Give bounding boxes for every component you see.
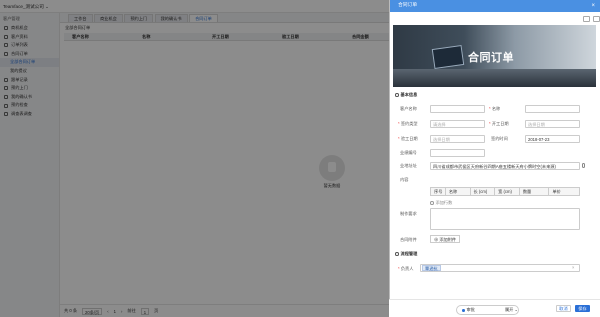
content-label: 内容 <box>400 177 409 182</box>
column-header: 名称 <box>446 188 471 195</box>
owner-select[interactable] <box>420 264 580 272</box>
section-process[interactable]: 流程管理 <box>395 251 417 257</box>
contract-banner: 合同订单 <box>393 25 596 87</box>
sign-date-picker[interactable]: 2018-07-23 <box>525 135 580 143</box>
sign-date-label: 签约时间 <box>491 136 508 141</box>
name-input[interactable] <box>525 105 580 113</box>
column-header: 数量 <box>520 188 550 195</box>
customer-input[interactable] <box>430 105 485 113</box>
modal-overlay[interactable] <box>0 0 389 317</box>
approval-dot-icon <box>462 308 465 312</box>
cancel-button[interactable]: 取消 <box>556 305 571 312</box>
contract-type-select[interactable]: 请选择 <box>430 120 485 128</box>
name-label: * 名称 <box>489 106 501 111</box>
content-table-header: 序号 名称 长 (cm) 宽 (cm) 数量 单价 <box>430 187 580 196</box>
add-row-button[interactable]: 添加行数 <box>430 200 452 206</box>
remarks-label: 制作要求 <box>400 211 417 216</box>
location-pin-icon[interactable] <box>582 163 585 168</box>
start-date-label: * 开工日期 <box>489 121 509 126</box>
panel-toolbar <box>393 15 600 25</box>
tablet-image <box>431 45 465 69</box>
panel-header: 合同订单 × <box>390 0 600 12</box>
column-header: 单价 <box>552 189 561 194</box>
settings-icon[interactable] <box>593 16 600 22</box>
plus-icon <box>430 201 434 205</box>
banner-title: 合同订单 <box>468 52 514 64</box>
address-label: 业地址址 <box>400 163 417 168</box>
column-header: 宽 (cm) <box>495 188 520 195</box>
customer-label: 客户名称 <box>400 106 417 111</box>
attachment-label: 合同附件 <box>400 237 417 242</box>
owner-tag[interactable]: 覃逊杭 <box>422 265 441 271</box>
save-button[interactable]: 保存 <box>575 305 590 312</box>
contract-type-label: * 签约类型 <box>398 121 418 126</box>
remarks-textarea[interactable] <box>430 208 580 230</box>
collapse-icon <box>395 93 399 97</box>
section-basic-info[interactable]: 基本信息 <box>395 92 417 98</box>
sales-number-input[interactable] <box>430 149 485 157</box>
collapse-icon <box>395 252 399 256</box>
check-date-label: * 验工日期 <box>398 136 418 141</box>
close-icon[interactable]: × <box>591 0 595 12</box>
sales-number-label: 业绩编号 <box>400 150 417 155</box>
check-date-picker[interactable]: 选择日期 <box>430 135 485 143</box>
approval-select[interactable]: 审批 属开 ⌄ <box>456 305 519 315</box>
add-attachment-button[interactable]: ⊕ 添加附件 <box>430 235 461 243</box>
column-header: 序号 <box>431 188 446 195</box>
panel-title: 合同订单 <box>398 3 418 8</box>
fullscreen-icon[interactable] <box>583 16 590 22</box>
address-input[interactable]: 四川省成都市武侯区天府新谷四期A座五楼新天府小牌时空(未来源) <box>430 162 580 170</box>
clear-icon[interactable]: × <box>572 265 574 270</box>
panel-footer: 审批 属开 ⌄ 取消 保存 <box>389 299 600 317</box>
start-date-picker[interactable]: 选择日期 <box>525 120 580 128</box>
owner-label: * 负责人 <box>398 266 414 271</box>
column-header: 长 (cm) <box>471 188 496 195</box>
